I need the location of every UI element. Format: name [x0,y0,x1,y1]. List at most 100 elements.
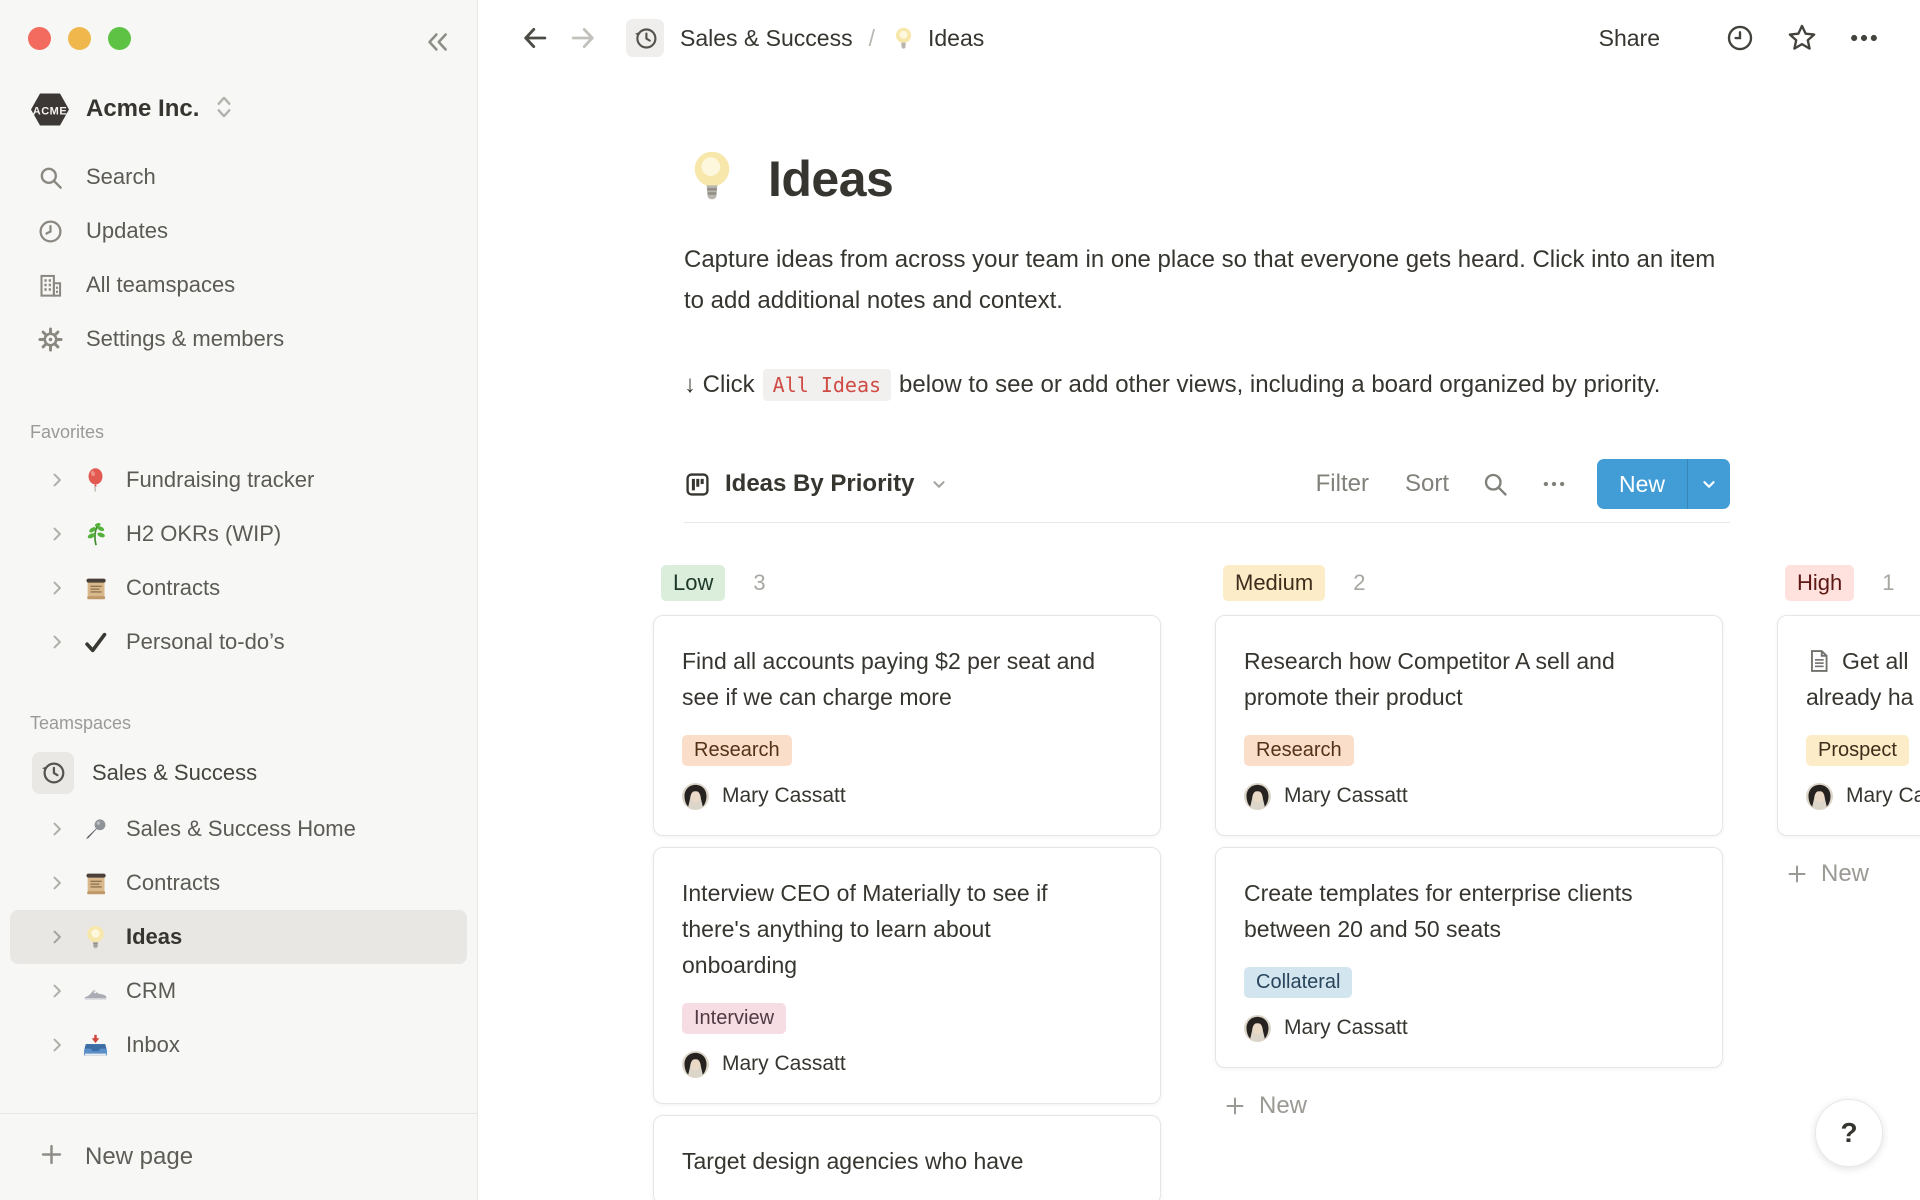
forward-button[interactable] [566,21,600,55]
view-options-button[interactable] [1541,471,1567,497]
close-window-button[interactable] [28,27,51,50]
board-card[interactable]: Get all already ha Prospect Mary Cassa [1777,615,1920,836]
column-header[interactable]: High 1 [1777,565,1920,601]
workspace-name: Acme Inc. [86,95,199,123]
share-button[interactable]: Share [1599,25,1660,52]
svg-text:ACME: ACME [33,105,67,117]
sidebar-item-label: Fundraising tracker [126,467,314,493]
card-title: Create templates for enterprise clients … [1244,875,1674,947]
chevron-right-icon[interactable] [46,578,68,598]
favorite-star-button[interactable] [1782,18,1822,58]
back-button[interactable] [518,21,552,55]
time-machine-icon [32,752,74,794]
chevron-right-icon[interactable] [46,927,68,947]
page-history-button[interactable] [1720,18,1760,58]
chevron-right-icon[interactable] [46,632,68,652]
page-title[interactable]: Ideas [768,149,893,209]
board-card[interactable]: Create templates for enterprise clients … [1215,847,1723,1068]
chevron-right-icon[interactable] [46,1035,68,1055]
board-card[interactable]: Target design agencies who have [653,1115,1161,1200]
chevron-right-icon[interactable] [46,524,68,544]
filter-button[interactable]: Filter [1316,470,1369,498]
minimize-window-button[interactable] [68,27,91,50]
view-name: Ideas By Priority [725,470,914,498]
sidebar-item-search[interactable]: Search [0,150,477,204]
teamspaces-list: Sales & Success Sales & Success Home [0,744,477,1072]
sidebar-item-settings[interactable]: Settings & members [0,312,477,366]
sidebar-system-menu: Search Updates [0,150,477,366]
new-page-button[interactable]: New page [0,1114,477,1200]
sidebar-item-all-teamspaces[interactable]: All teamspaces [0,258,477,312]
add-card-label: New [1821,860,1869,888]
card-title: Get all [1806,643,1920,679]
search-icon [36,164,64,191]
breadcrumb-teamspace[interactable]: Sales & Success [680,25,853,52]
column-header[interactable]: Low 3 [653,565,1161,601]
new-button-dropdown[interactable] [1687,459,1730,509]
page-icon-lightbulb[interactable] [684,148,740,209]
sidebar-item-crm[interactable]: CRM [10,964,467,1018]
card-tag: Research [1244,735,1354,766]
ellipsis-icon [1541,471,1567,497]
board-card[interactable]: Find all accounts paying $2 per seat and… [653,615,1161,836]
sidebar-item-contracts-favorite[interactable]: Contracts [10,561,467,615]
sidebar-item-updates[interactable]: Updates [0,204,477,258]
page-options-button[interactable] [1844,18,1884,58]
card-tag: Interview [682,1003,786,1034]
card-assignee: Mary Cassatt [682,1051,1132,1078]
sidebar-item-sales-success-teamspace[interactable]: Sales & Success [10,744,467,802]
add-card-button-high[interactable]: New [1777,860,1920,888]
page-description[interactable]: Capture ideas from across your team in o… [684,239,1730,321]
new-item-button[interactable]: New [1597,459,1730,509]
view-search-button[interactable] [1481,470,1509,498]
sort-button[interactable]: Sort [1405,470,1449,498]
chevron-right-icon[interactable] [46,819,68,839]
column-header[interactable]: Medium 2 [1215,565,1723,601]
zoom-window-button[interactable] [108,27,131,50]
view-toolbar: Ideas By Priority Filter Sort [684,459,1730,523]
workspace-switcher[interactable]: ACME Acme Inc. [0,84,477,134]
page-title-row: Ideas [684,148,1730,209]
sidebar-item-inbox[interactable]: Inbox [10,1018,467,1072]
board-column-high: High 1 [1777,565,1920,888]
page-hint[interactable]: ↓ ClickAll Ideasbelow to see or add othe… [684,363,1730,407]
card-title: Find all accounts paying $2 per seat and… [682,643,1112,715]
card-title: Target design agencies who have [682,1143,1112,1179]
new-page-label: New page [85,1143,193,1171]
arrow-left-icon [519,22,551,54]
card-tag: Prospect [1806,735,1909,766]
breadcrumb-page[interactable]: Ideas [928,25,984,52]
time-machine-icon [632,25,659,52]
star-icon [1786,22,1818,54]
sidebar-item-label: Updates [86,218,168,244]
view-switcher[interactable]: Ideas By Priority [684,470,950,498]
sidebar-item-ideas[interactable]: Ideas [10,910,467,964]
workspace-logo: ACME [30,92,70,127]
sidebar-item-contracts-teamspace[interactable]: Contracts [10,856,467,910]
sidebar-item-h2-okrs[interactable]: H2 OKRs (WIP) [10,507,467,561]
clock-icon [36,218,64,245]
card-title-line2: already ha [1806,679,1920,715]
help-button[interactable]: ? [1815,1099,1883,1167]
chevron-right-icon[interactable] [46,981,68,1001]
sidebar-item-label: Sales & Success Home [126,816,356,842]
board-card[interactable]: Interview CEO of Materially to see if th… [653,847,1161,1104]
sidebar-item-personal-todos[interactable]: Personal to-do’s [10,615,467,669]
ellipsis-icon [1848,22,1880,54]
board-column-medium: Medium 2 Research how Competitor A sell … [1215,565,1723,1120]
priority-badge-high: High [1785,565,1854,601]
board-card[interactable]: Research how Competitor A sell and promo… [1215,615,1723,836]
collapse-sidebar-button[interactable] [419,24,455,60]
chevron-right-icon[interactable] [46,470,68,490]
sidebar-item-sales-success-home[interactable]: Sales & Success Home [10,802,467,856]
chevron-right-icon[interactable] [46,873,68,893]
add-card-button-medium[interactable]: New [1215,1092,1723,1120]
sidebar-item-label: Ideas [126,924,182,950]
breadcrumb-teamspace-icon[interactable] [626,19,664,57]
scroll-icon [80,870,110,897]
scroll-icon [80,575,110,602]
document-icon [1806,648,1832,674]
hint-prefix: ↓ Click [684,371,755,398]
herb-icon [80,521,110,548]
sidebar-item-fundraising-tracker[interactable]: Fundraising tracker [10,453,467,507]
